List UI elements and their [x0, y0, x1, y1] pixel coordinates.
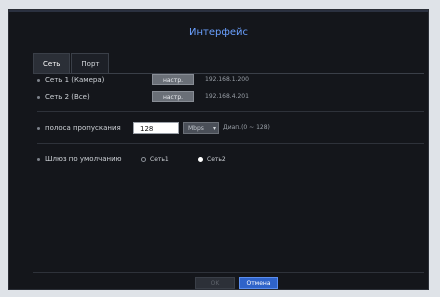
gateway-label: Шлюз по умолчанию: [45, 155, 122, 163]
bandwidth-range: Диап.(0 ~ 128): [223, 124, 270, 131]
dialog-title: Интерфейс: [188, 27, 249, 38]
bandwidth-label: полоса пропускания: [45, 124, 121, 132]
gateway-radio-network2[interactable]: Сеть2: [198, 156, 226, 163]
top-accent-line: [9, 10, 428, 12]
bullet-icon: [37, 126, 40, 130]
network-2-label: Сеть 2 (Все): [45, 93, 90, 101]
bullet-icon: [37, 95, 40, 99]
gateway-option-2-label: Сеть2: [207, 156, 226, 163]
bandwidth-unit-value: Mbps: [188, 125, 204, 132]
radio-unselected-icon: [141, 157, 146, 162]
gateway-radio-network1[interactable]: Сеть1: [141, 156, 169, 163]
network-1-row: Сеть 1 (Камера): [37, 74, 104, 86]
section-divider: [37, 111, 424, 112]
tab-port[interactable]: Порт: [71, 53, 110, 73]
network-1-ip: 192.168.1.200: [205, 76, 249, 83]
cancel-button[interactable]: Отмена: [239, 277, 278, 289]
ok-button[interactable]: OK: [195, 277, 235, 289]
network-2-ip: 192.168.4.201: [205, 93, 249, 100]
footer-divider: [33, 272, 424, 273]
section-divider: [37, 143, 424, 144]
network-2-setup-button[interactable]: настр.: [152, 91, 194, 102]
window: Интерфейс Сеть Порт Сеть 1 (Камера) наст…: [0, 0, 440, 297]
chevron-down-icon: ▾: [212, 125, 216, 132]
bullet-icon: [37, 78, 40, 82]
bandwidth-input[interactable]: 128: [133, 122, 179, 134]
network-1-setup-button[interactable]: настр.: [152, 74, 194, 85]
gateway-option-1-label: Сеть1: [150, 156, 169, 163]
network-1-label: Сеть 1 (Камера): [45, 76, 105, 84]
tab-network[interactable]: Сеть: [33, 53, 71, 73]
gateway-row: Шлюз по умолчанию: [37, 153, 122, 165]
radio-selected-icon: [198, 157, 203, 162]
interface-dialog: Интерфейс Сеть Порт Сеть 1 (Камера) наст…: [8, 9, 429, 290]
bandwidth-row: полоса пропускания: [37, 122, 121, 134]
bullet-icon: [37, 157, 40, 161]
bandwidth-unit-select[interactable]: Mbps ▾: [183, 122, 219, 134]
tab-bar: Сеть Порт: [33, 53, 110, 73]
network-2-row: Сеть 2 (Все): [37, 91, 90, 103]
